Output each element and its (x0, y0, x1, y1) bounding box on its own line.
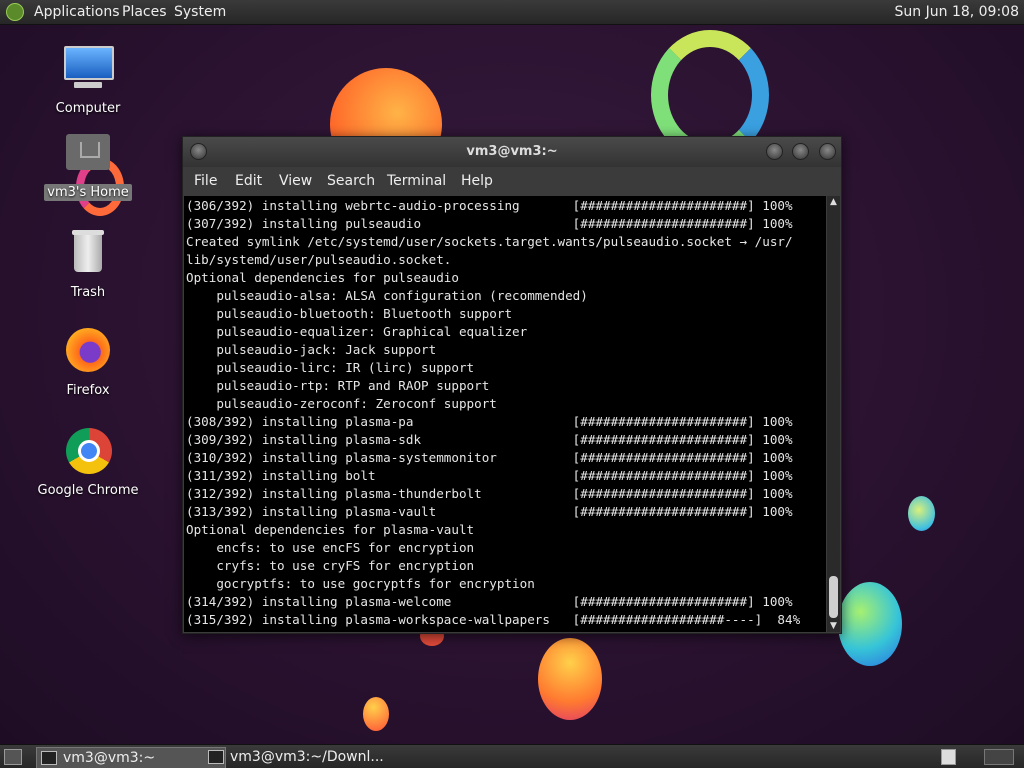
terminal-output[interactable]: (306/392) installing webrtc-audio-proces… (184, 196, 826, 632)
menu-search[interactable]: Search (327, 173, 375, 189)
desktop-icon-label: Trash (70, 285, 106, 300)
menu-applications[interactable]: Applications (34, 4, 120, 20)
scroll-down-icon[interactable]: ▼ (827, 620, 840, 632)
desktop-icon-label: Google Chrome (37, 483, 139, 498)
wallpaper-orange-egg (538, 638, 602, 720)
terminal-window[interactable]: vm3@vm3:~ File Edit View Search Terminal… (182, 136, 842, 634)
desktop-icon-label: vm3's Home (44, 184, 132, 201)
wallpaper-small-orange (363, 697, 389, 731)
terminal-text: (306/392) installing webrtc-audio-proces… (186, 198, 801, 627)
show-desktop-icon[interactable] (4, 749, 22, 765)
terminal-icon (41, 751, 57, 765)
menu-places[interactable]: Places (122, 4, 167, 20)
firefox-icon (62, 326, 114, 378)
window-title: vm3@vm3:~ (466, 144, 558, 159)
window-titlebar[interactable]: vm3@vm3:~ (183, 137, 841, 167)
scrollbar-thumb[interactable] (829, 576, 838, 618)
task-label: vm3@vm3:~ (63, 750, 156, 766)
menu-help[interactable]: Help (461, 173, 493, 189)
desktop-icon-chrome[interactable]: Google Chrome (33, 426, 143, 499)
scroll-up-icon[interactable]: ▲ (827, 196, 840, 208)
clock[interactable]: Sun Jun 18, 09:08 (895, 4, 1019, 20)
menu-terminal[interactable]: Terminal (387, 173, 446, 189)
task-label: vm3@vm3:~/Downl... (230, 749, 384, 765)
home-folder-icon (62, 128, 114, 180)
taskbar-item-terminal-downloads[interactable]: vm3@vm3:~/Downl... (204, 747, 420, 767)
workspace-switcher-icon[interactable] (941, 749, 956, 765)
taskbar-item-terminal[interactable]: vm3@vm3:~ (36, 747, 226, 768)
workspace-switcher-icon-2[interactable] (984, 749, 1014, 765)
terminal-icon (208, 750, 224, 764)
trash-icon (62, 228, 114, 280)
chrome-icon (62, 426, 114, 478)
desktop-icon-firefox[interactable]: Firefox (33, 326, 143, 399)
distro-logo-icon[interactable] (6, 3, 24, 21)
menu-view[interactable]: View (279, 173, 312, 189)
bottom-panel: vm3@vm3:~ vm3@vm3:~/Downl... (0, 744, 1024, 768)
desktop-icon-label: Computer (55, 101, 121, 116)
desktop-icon-label: Firefox (66, 383, 110, 398)
maximize-button[interactable] (792, 143, 809, 160)
wallpaper-blue-blob (838, 582, 902, 666)
menu-file[interactable]: File (194, 173, 217, 189)
terminal-scrollbar[interactable]: ▲ ▼ (827, 196, 840, 632)
desktop-icon-trash[interactable]: Trash (33, 228, 143, 301)
terminal-menubar: File Edit View Search Terminal Help (183, 167, 841, 195)
top-panel: Applications Places System Sun Jun 18, 0… (0, 0, 1024, 25)
menu-edit[interactable]: Edit (235, 173, 262, 189)
wallpaper-teal-blob (908, 496, 935, 531)
desktop-icon-computer[interactable]: Computer (33, 44, 143, 117)
computer-icon (62, 44, 114, 96)
close-button[interactable] (819, 143, 836, 160)
minimize-button[interactable] (766, 143, 783, 160)
menu-system[interactable]: System (174, 4, 226, 20)
desktop-icon-home[interactable]: vm3's Home (33, 128, 143, 201)
